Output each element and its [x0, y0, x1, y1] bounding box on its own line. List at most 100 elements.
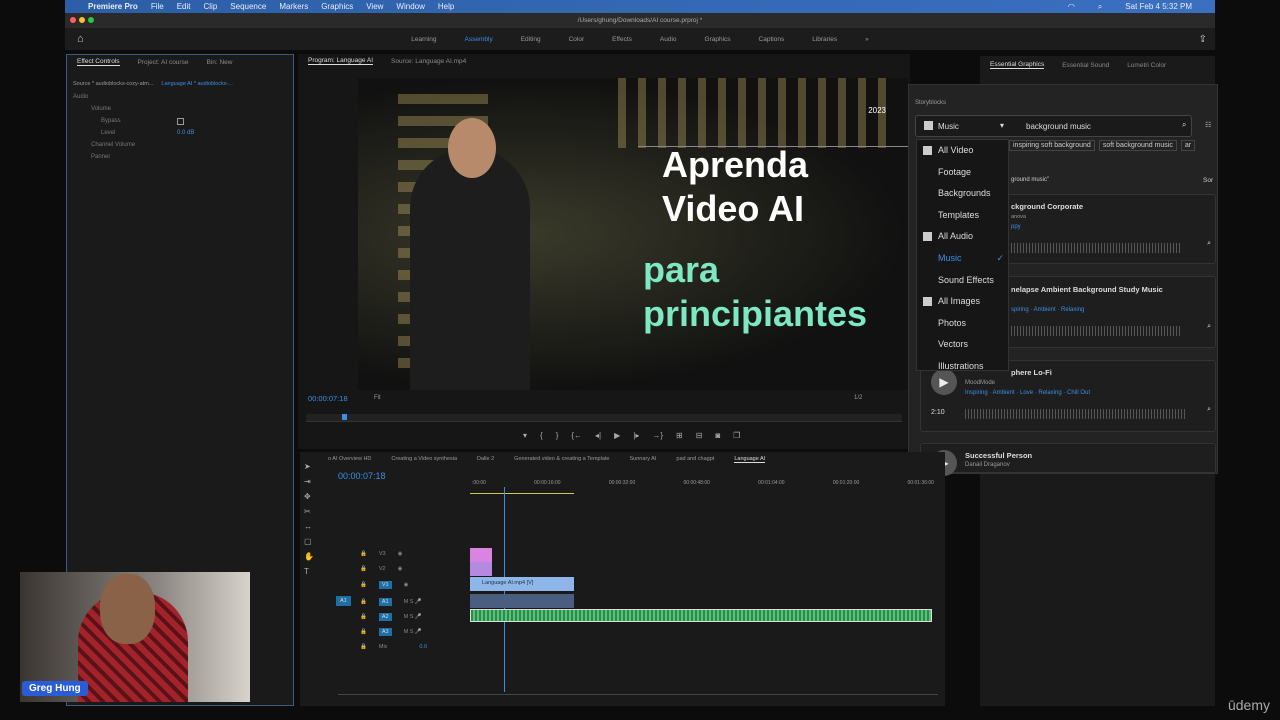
sequence-tab[interactable]: Dalle 2	[477, 456, 494, 463]
tab-essential-graphics[interactable]: Essential Graphics	[990, 61, 1045, 69]
level-value[interactable]: 0.0 dB	[177, 127, 194, 139]
track-a3[interactable]: A3	[378, 628, 392, 636]
type-tool-icon[interactable]: T	[304, 567, 314, 576]
add-marker-icon[interactable]: ▾	[523, 431, 527, 440]
tab-essential-sound[interactable]: Essential Sound	[1062, 62, 1109, 69]
result-card[interactable]: ▶ Successful Person Danail Draganov	[920, 443, 1216, 476]
menu-item-music[interactable]: Music ✓	[917, 248, 1008, 270]
menu-item-backgrounds[interactable]: Backgrounds	[917, 183, 1008, 205]
export-frame-icon[interactable]: ◙	[715, 431, 720, 440]
track-v1[interactable]: V1	[378, 581, 392, 589]
menu-window[interactable]: Window	[396, 2, 424, 11]
tab-bin[interactable]: Bin: New	[206, 59, 232, 66]
graphic-clip-v2[interactable]	[470, 562, 492, 576]
workspace-captions[interactable]: Captions	[759, 36, 785, 43]
program-timecode[interactable]: 00:00:07:18	[308, 394, 348, 403]
find-similar-icon[interactable]: ⌕	[1207, 323, 1211, 331]
menu-item-all-video[interactable]: All Video	[917, 140, 1008, 162]
menu-edit[interactable]: Edit	[177, 2, 191, 11]
timeline-scrollbar[interactable]	[338, 694, 938, 695]
clock[interactable]: Sat Feb 4 5:32 PM	[1125, 2, 1192, 12]
razor-tool-icon[interactable]: ✂	[304, 507, 314, 516]
menu-item-vectors[interactable]: Vectors	[917, 334, 1008, 356]
tab-effect-controls[interactable]: Effect Controls	[77, 58, 120, 66]
track-a1[interactable]: A1	[378, 598, 392, 606]
sort-select[interactable]: Sor	[1203, 177, 1213, 184]
menu-item-templates[interactable]: Templates	[917, 205, 1008, 227]
work-area-bar[interactable]	[470, 493, 574, 494]
graphic-clip-v3[interactable]	[470, 548, 492, 562]
waveform[interactable]	[1011, 243, 1181, 253]
workspace-color[interactable]: Color	[569, 36, 585, 43]
tab-lumetri-color[interactable]: Lumetri Color	[1127, 62, 1166, 69]
menu-clip[interactable]: Clip	[204, 2, 218, 11]
source-patch-a1[interactable]: A1	[336, 596, 351, 606]
resolution-select[interactable]: 1/2	[854, 395, 862, 401]
menu-view[interactable]: View	[366, 2, 383, 11]
program-scrubber[interactable]	[306, 414, 902, 422]
audio-clip-a2[interactable]	[470, 609, 932, 622]
timeline-timecode[interactable]: 00:00:07:18	[338, 471, 386, 481]
menu-item-all-audio[interactable]: All Audio	[917, 226, 1008, 248]
zoom-button[interactable]	[88, 17, 94, 23]
category-select[interactable]: Music	[938, 122, 959, 131]
compare-icon[interactable]: ❐	[733, 431, 740, 440]
ripple-tool-icon[interactable]: ✥	[304, 492, 314, 501]
mix-value[interactable]: 0.0	[419, 644, 427, 650]
sequence-tab[interactable]: Generated video & creating a Template	[514, 456, 609, 463]
more-workspaces-icon[interactable]: »	[865, 36, 869, 43]
menu-item-all-images[interactable]: All Images	[917, 291, 1008, 313]
pen-tool-icon[interactable]: ▢	[304, 537, 314, 546]
search-icon[interactable]: ⌕	[1098, 2, 1102, 12]
workspace-graphics[interactable]: Graphics	[705, 36, 731, 43]
minimize-button[interactable]	[79, 17, 85, 23]
sequence-tab-active[interactable]: Language AI	[734, 456, 766, 463]
audio-clip-a1[interactable]	[470, 594, 574, 608]
selection-tool-icon[interactable]: ➤	[304, 462, 314, 471]
menu-help[interactable]: Help	[438, 2, 454, 11]
menu-sequence[interactable]: Sequence	[230, 2, 266, 11]
menu-item-footage[interactable]: Footage	[917, 162, 1008, 184]
wifi-icon[interactable]: ◠	[1068, 2, 1075, 12]
chip-3[interactable]: ar	[1180, 140, 1196, 151]
menu-item-photos[interactable]: Photos	[917, 313, 1008, 335]
go-to-out-icon[interactable]: →}	[652, 431, 663, 440]
chevron-down-icon[interactable]: ▾	[1000, 121, 1004, 130]
track-v3[interactable]: V3	[379, 551, 386, 557]
workspace-libraries[interactable]: Libraries	[812, 36, 837, 43]
channel-volume-effect[interactable]: Channel Volume	[73, 139, 287, 151]
play-icon[interactable]: ▶	[614, 431, 620, 440]
track-select-tool-icon[interactable]: ⇥	[304, 477, 314, 486]
menu-graphics[interactable]: Graphics	[321, 2, 353, 11]
video-clip-v1[interactable]: Language AI.mp4 [V]	[470, 577, 574, 591]
step-back-icon[interactable]: ◂|	[595, 431, 601, 440]
workspace-editing[interactable]: Editing	[521, 36, 541, 43]
app-menu[interactable]: Premiere Pro	[88, 2, 138, 11]
workspace-learning[interactable]: Learning	[411, 36, 436, 43]
menu-item-sound-effects[interactable]: Sound Effects	[917, 270, 1008, 292]
find-similar-icon[interactable]: ⌕	[1207, 406, 1211, 414]
menu-item-illustrations[interactable]: Illustrations	[917, 356, 1008, 378]
mark-in-icon[interactable]: {	[540, 431, 543, 440]
search-icon[interactable]: ⌕	[1182, 120, 1186, 130]
playhead[interactable]	[342, 414, 347, 420]
sequence-tab[interactable]: pad and chagpt	[676, 456, 714, 463]
source-clip-select[interactable]: Source * audioblocks-cozy-atm...	[73, 81, 153, 87]
close-button[interactable]	[70, 17, 76, 23]
sequence-tab[interactable]: Creating a Video synthesia	[391, 456, 457, 463]
track-a2[interactable]: A2	[378, 613, 392, 621]
lift-icon[interactable]: ⊞	[676, 431, 683, 440]
menu-file[interactable]: File	[151, 2, 164, 11]
hand-tool-icon[interactable]: ✋	[304, 552, 314, 561]
chip-1[interactable]: inspiring soft background	[1009, 140, 1095, 151]
time-ruler[interactable]: :00:00 00:00:16:00 00:00:32:00 00:00:48:00 0…	[472, 480, 934, 486]
find-similar-icon[interactable]: ⌕	[1207, 240, 1211, 248]
bypass-checkbox[interactable]	[177, 118, 184, 125]
workspace-assembly[interactable]: Assembly	[465, 36, 493, 43]
sequence-tab[interactable]: Sunnary AI	[629, 456, 656, 463]
track-v2[interactable]: V2	[379, 566, 386, 572]
extract-icon[interactable]: ⊟	[696, 431, 703, 440]
tab-source[interactable]: Source: Language AI.mp4	[391, 58, 466, 65]
tab-project[interactable]: Project: AI course	[138, 59, 189, 66]
go-to-in-icon[interactable]: {←	[571, 431, 582, 440]
